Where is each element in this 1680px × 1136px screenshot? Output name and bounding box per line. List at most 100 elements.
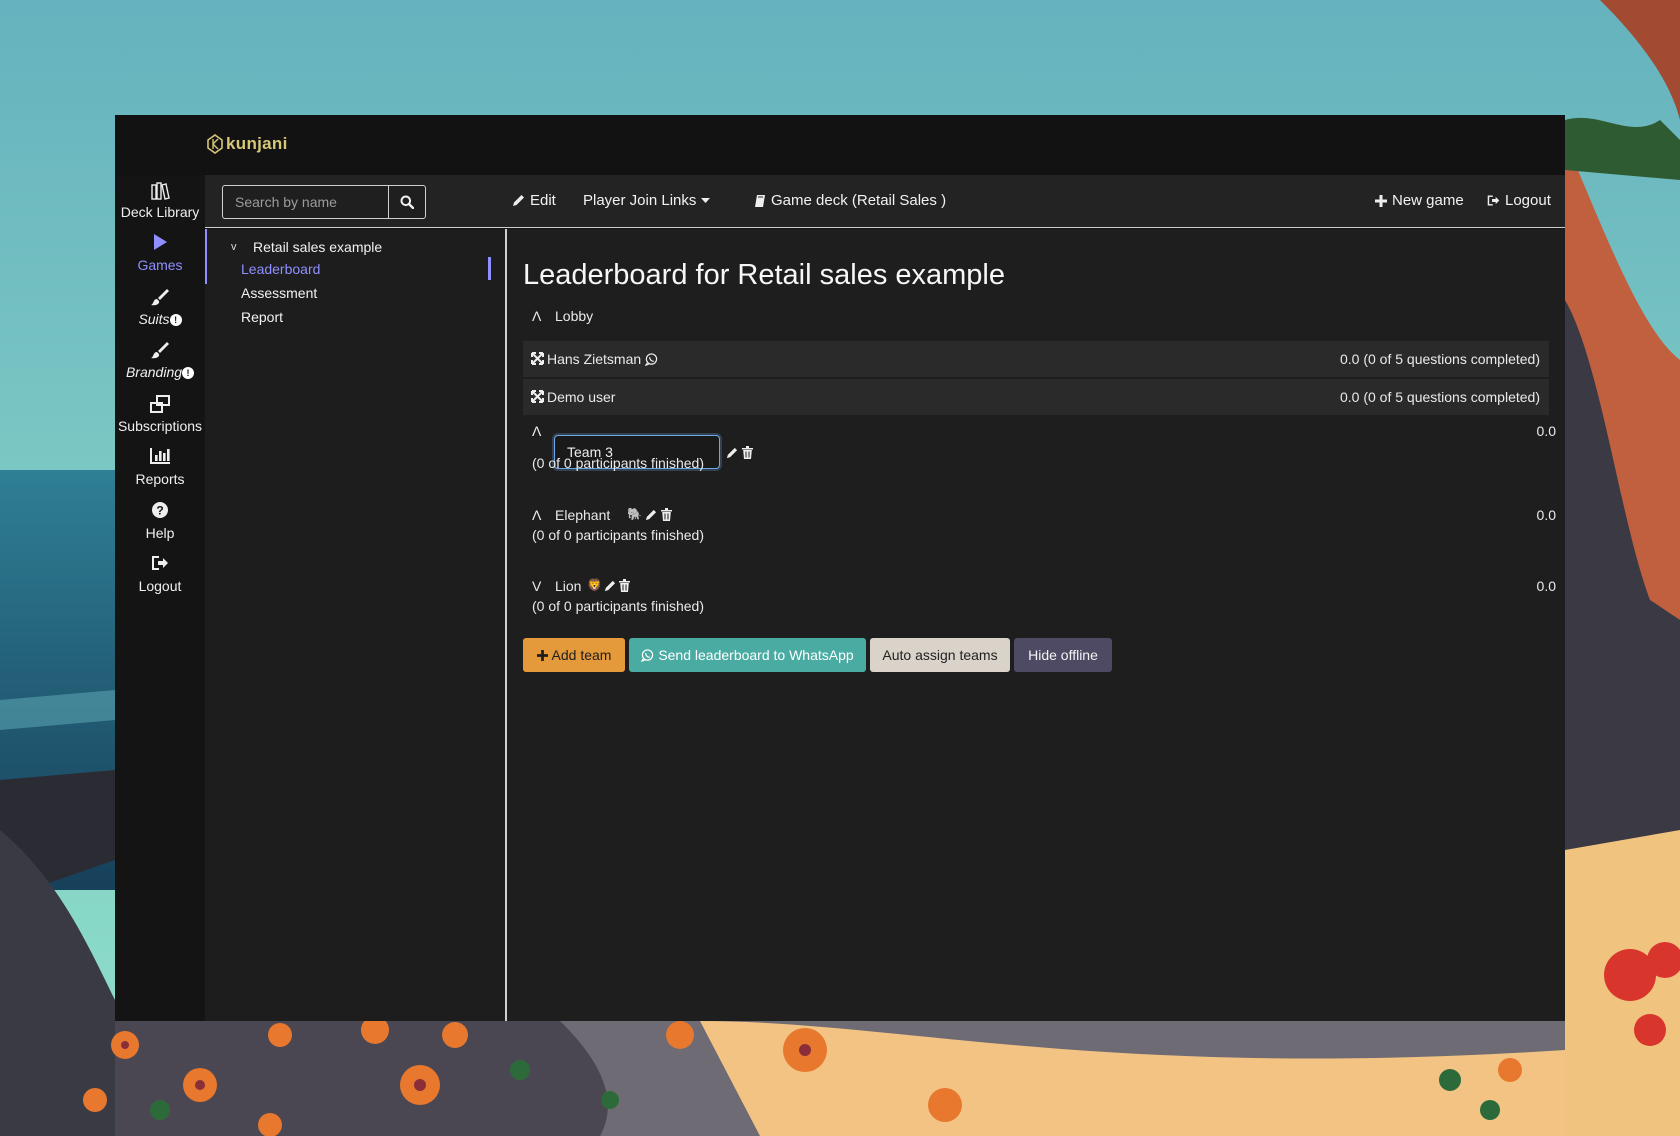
auto-assign-label: Auto assign teams (882, 647, 998, 663)
nav-help-label: Help (145, 525, 175, 541)
play-icon (115, 233, 205, 255)
edit-label: Edit (530, 192, 556, 209)
nav-logout[interactable]: Logout (115, 554, 205, 594)
left-navigation: Deck Library Games Suits! Branding! Subs… (115, 175, 205, 1021)
game-tree-panel: v Retail sales example Leaderboard Asses… (205, 229, 507, 1021)
tree-root-label: Retail sales example (253, 239, 383, 255)
trash-icon[interactable] (661, 508, 672, 521)
auto-assign-teams-button[interactable]: Auto assign teams (870, 638, 1010, 672)
search-box (222, 185, 426, 219)
player-name: Demo user (547, 389, 615, 405)
team-status: (0 of 0 participants finished) (532, 455, 704, 471)
player-score: 0.0 (0 of 5 questions completed) (1339, 389, 1540, 405)
lobby-collapse-toggle[interactable]: Λ (532, 308, 541, 324)
nav-subscriptions[interactable]: Subscriptions (115, 394, 205, 434)
clone-icon (115, 394, 205, 416)
team-collapse-toggle[interactable]: Λ (532, 507, 541, 523)
hide-offline-button[interactable]: Hide offline (1014, 638, 1112, 672)
team-score: 0.0 (1536, 507, 1556, 523)
new-game-label: New game (1392, 192, 1464, 209)
add-team-label: Add team (551, 647, 612, 663)
edit-team-icon[interactable] (604, 580, 616, 592)
active-item-marker (488, 257, 491, 280)
caret-down-icon (701, 197, 711, 203)
nav-deck-library-label: Deck Library (120, 204, 200, 220)
team-name: Lion (555, 578, 582, 594)
sign-out-icon (1487, 195, 1500, 206)
hide-offline-label: Hide offline (1028, 647, 1098, 663)
lobby-player-row[interactable]: Demo user 0.0 (0 of 5 questions complete… (523, 379, 1549, 415)
lobby-label: Lobby (555, 308, 594, 324)
main-toolbar: Edit Player Join Links Game deck (Retail… (205, 175, 1565, 228)
brush-icon (115, 287, 205, 309)
svg-text:?: ? (156, 504, 163, 518)
lion-emoji: 🦁 (587, 578, 602, 592)
nav-help[interactable]: ? Help (115, 501, 205, 541)
search-button[interactable] (388, 186, 425, 218)
kunjani-logo-icon (207, 134, 223, 154)
books-icon (115, 180, 205, 202)
team-status: (0 of 0 participants finished) (532, 527, 704, 543)
app-window: kunjani Deck Library Games Suits! Brandi… (115, 115, 1565, 1021)
bar-chart-icon (115, 447, 205, 469)
team-score: 0.0 (1536, 578, 1556, 594)
toolbar-logout-link[interactable]: Logout (1487, 192, 1551, 209)
tree-item-leaderboard[interactable]: Leaderboard (241, 261, 320, 277)
tree-item-assessment[interactable]: Assessment (241, 285, 317, 301)
question-circle-icon: ? (115, 501, 205, 523)
edit-game-link[interactable]: Edit (512, 192, 556, 209)
send-whatsapp-label: Send leaderboard to WhatsApp (658, 647, 854, 663)
brush-icon (115, 340, 205, 362)
tree-toggle-icon[interactable]: v (231, 241, 237, 253)
nav-reports[interactable]: Reports (115, 447, 205, 487)
elephant-emoji: 🐘 (627, 507, 642, 521)
team-expand-toggle[interactable]: V (532, 578, 541, 594)
player-score: 0.0 (0 of 5 questions completed) (1339, 351, 1540, 367)
suits-warning-icon: ! (169, 314, 182, 326)
search-icon (400, 195, 414, 209)
edit-team-icon[interactable] (726, 447, 738, 459)
expand-icon[interactable] (531, 352, 544, 365)
player-name-text: Demo user (547, 389, 616, 405)
pencil-icon (513, 195, 524, 206)
nav-games[interactable]: Games (115, 233, 205, 273)
app-header: kunjani (115, 115, 1565, 175)
nav-suits[interactable]: Suits! (115, 287, 205, 327)
expand-icon[interactable] (531, 390, 544, 403)
team-score: 0.0 (1536, 423, 1556, 439)
plus-icon (536, 649, 548, 661)
sign-out-icon (115, 554, 205, 576)
player-join-links-dropdown[interactable]: Player Join Links (583, 192, 711, 209)
new-game-link[interactable]: New game (1375, 192, 1464, 209)
team-collapse-toggle[interactable]: Λ (532, 423, 541, 439)
tree-item-report[interactable]: Report (241, 309, 283, 325)
game-deck-link[interactable]: Game deck (Retail Sales ) (754, 192, 946, 209)
nav-subscriptions-label: Subscriptions (117, 418, 203, 434)
whatsapp-icon (645, 352, 658, 366)
trash-icon[interactable] (742, 446, 753, 459)
nav-branding-label: Branding (125, 364, 183, 380)
branding-warning-icon: ! (182, 367, 195, 379)
nav-logout-label: Logout (138, 578, 182, 594)
brand-name: kunjani (226, 134, 288, 153)
player-join-links-label: Player Join Links (583, 192, 697, 209)
trash-icon[interactable] (619, 579, 630, 592)
nav-suits-label: Suits (138, 311, 170, 327)
player-name: Hans Zietsman (547, 351, 658, 367)
whatsapp-icon (641, 648, 654, 662)
game-deck-label: Game deck (Retail Sales ) (771, 192, 947, 209)
search-input[interactable] (223, 186, 388, 218)
page-title: Leaderboard for Retail sales example (523, 259, 1005, 291)
nav-branding[interactable]: Branding! (115, 340, 205, 380)
nav-reports-label: Reports (135, 471, 185, 487)
send-whatsapp-button[interactable]: Send leaderboard to WhatsApp (629, 638, 866, 672)
team-status: (0 of 0 participants finished) (532, 598, 704, 614)
lobby-player-row[interactable]: Hans Zietsman 0.0 (0 of 5 questions comp… (523, 341, 1549, 377)
nav-deck-library[interactable]: Deck Library (115, 180, 205, 220)
book-icon (755, 194, 765, 207)
add-team-button[interactable]: Add team (523, 638, 625, 672)
toolbar-logout-label: Logout (1505, 192, 1551, 209)
edit-team-icon[interactable] (645, 509, 657, 521)
app-logo[interactable]: kunjani (207, 134, 288, 154)
plus-icon (1375, 194, 1387, 207)
